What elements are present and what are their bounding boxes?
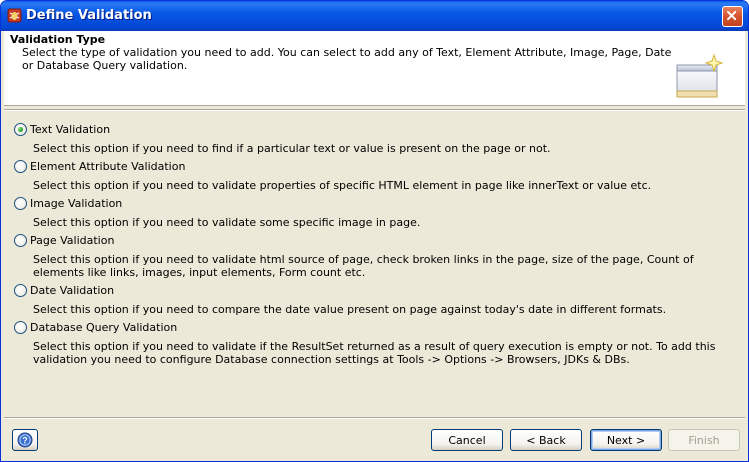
radio-text-validation[interactable] xyxy=(14,123,27,136)
option-label[interactable]: Database Query Validation xyxy=(30,321,177,334)
finish-button[interactable]: Finish xyxy=(668,429,740,451)
option-description: Select this option if you need to valida… xyxy=(33,253,694,279)
wizard-window-icon xyxy=(676,53,724,98)
radio-date-validation[interactable] xyxy=(14,284,27,297)
footer-divider xyxy=(4,417,745,419)
window-title: Define Validation xyxy=(26,8,152,23)
option-label[interactable]: Date Validation xyxy=(30,284,114,297)
radio-page-validation[interactable] xyxy=(14,234,27,247)
radio-image-validation[interactable] xyxy=(14,197,27,210)
page-title: Validation Type xyxy=(10,33,106,46)
radio-element-attribute-validation[interactable] xyxy=(14,160,27,173)
header-divider xyxy=(4,109,745,111)
option-description: Select this option if you need to valida… xyxy=(33,179,652,192)
title-bar[interactable]: Define Validation xyxy=(1,1,748,31)
define-validation-dialog: Define Validation Validation Type Select… xyxy=(0,0,749,462)
radio-selected-dot xyxy=(18,127,23,132)
back-button[interactable]: < Back xyxy=(510,429,582,451)
option-description: Select this option if you need to valida… xyxy=(33,216,421,229)
option-description: Select this option if you need to valida… xyxy=(33,340,716,366)
option-label[interactable]: Page Validation xyxy=(30,234,114,247)
option-label[interactable]: Text Validation xyxy=(30,123,110,136)
svg-text:?: ? xyxy=(22,436,28,446)
help-button[interactable]: ? xyxy=(12,429,38,451)
cancel-button[interactable]: Cancel xyxy=(431,429,503,451)
option-description: Select this option if you need to find i… xyxy=(33,142,551,155)
option-label[interactable]: Image Validation xyxy=(30,197,122,210)
help-icon: ? xyxy=(17,432,33,448)
validation-options: Text Validation Select this option if yo… xyxy=(4,112,745,417)
app-bug-icon xyxy=(7,8,22,23)
wizard-header: Validation Type Select the type of valid… xyxy=(4,31,745,106)
next-button[interactable]: Next > xyxy=(590,429,662,451)
option-description: Select this option if you need to compar… xyxy=(33,303,667,316)
close-icon xyxy=(726,10,737,21)
radio-database-query-validation[interactable] xyxy=(14,321,27,334)
page-description: Select the type of validation you need t… xyxy=(22,46,672,72)
close-button[interactable] xyxy=(722,6,743,27)
option-label[interactable]: Element Attribute Validation xyxy=(30,160,185,173)
